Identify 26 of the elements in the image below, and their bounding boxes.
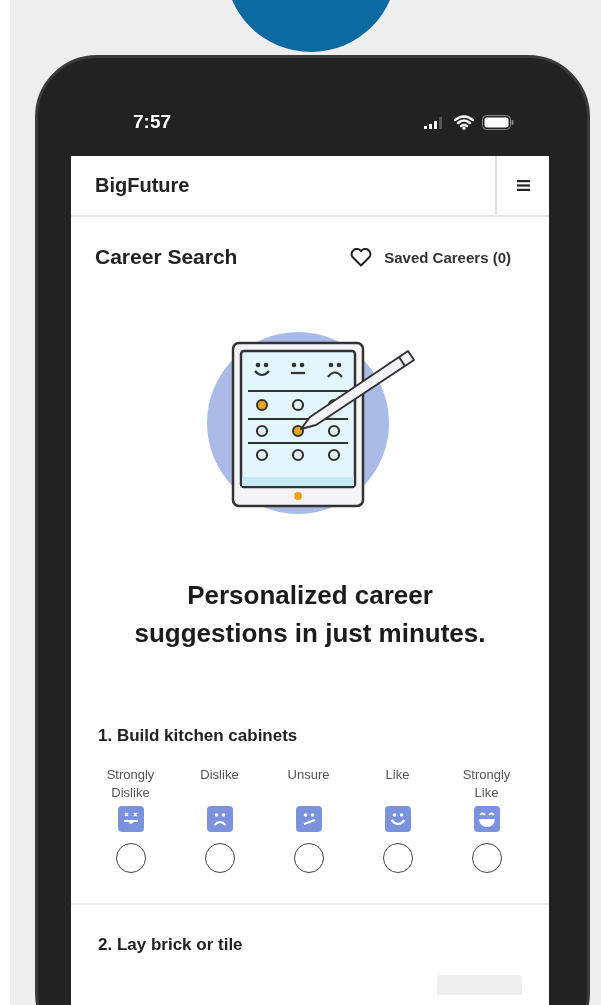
sad-face-icon [206,806,233,832]
saved-careers-link[interactable]: Saved Careers (0) [350,247,511,267]
menu-icon [516,180,530,191]
unsure-face-icon [295,806,322,832]
headline: Personalized career suggestions in just minutes. [133,579,487,650]
radio-button[interactable] [382,843,413,873]
radio-button[interactable] [115,843,146,873]
wifi-icon [454,114,474,130]
option-label: Strongly Like [461,766,512,802]
radio-button[interactable] [293,843,324,873]
smile-face-icon [384,806,411,832]
radio-button[interactable] [471,843,502,873]
question-text: 2. Lay brick or tile [98,935,244,955]
grin-face-icon [473,806,500,832]
option-label: Strongly Dislike [105,766,156,802]
brand-name: BigFuture [95,174,190,197]
radio-button[interactable] [204,843,235,873]
status-time: 7:57 [133,110,173,133]
option-label: Dislike [199,766,240,784]
option-label: Like [384,766,411,784]
question-text: 1. Build kitchen cabinets [98,726,299,746]
option-label: Unsure [286,766,331,784]
battery-icon [482,114,514,130]
dizzy-face-icon [117,806,144,832]
page-title: Career Search [95,245,239,269]
heart-icon [350,247,373,267]
